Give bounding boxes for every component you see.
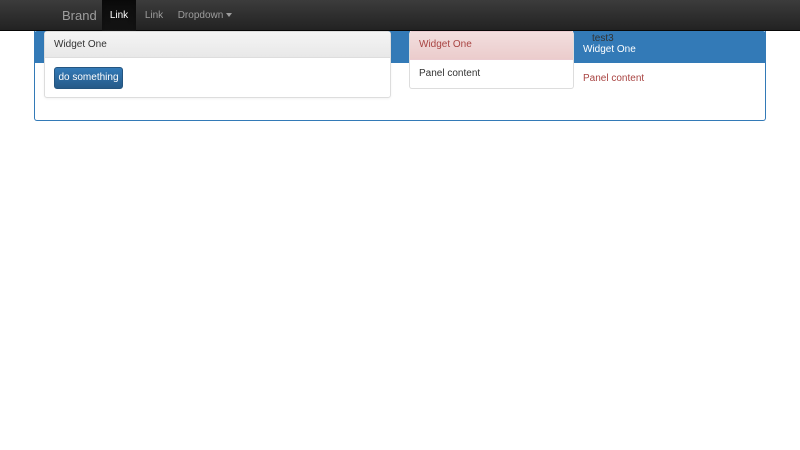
navbar-brand[interactable]: Brand	[62, 0, 97, 31]
widget-primary-body: Panel content	[583, 73, 645, 84]
nav-link-active[interactable]: Link	[102, 0, 136, 31]
widget-one-heading: Widget One	[45, 32, 390, 58]
nav-link[interactable]: Link	[136, 0, 172, 31]
test3-label: test3	[592, 33, 614, 44]
widget-danger-panel: Widget One Panel content	[409, 31, 574, 89]
nav-dropdown-label: Dropdown	[177, 10, 224, 21]
widget-danger-body: Panel content	[419, 68, 481, 79]
caret-down-icon	[226, 13, 233, 18]
navbar: Brand Link Link Dropdown	[0, 0, 800, 31]
widget-one-panel: Widget One do something	[44, 31, 391, 98]
widget-danger-heading: Widget One	[410, 32, 573, 60]
do-something-button[interactable]: do something	[54, 67, 123, 89]
nav-dropdown-toggle[interactable]: Dropdown	[172, 0, 238, 31]
widget-primary-heading: Widget One	[583, 44, 636, 55]
